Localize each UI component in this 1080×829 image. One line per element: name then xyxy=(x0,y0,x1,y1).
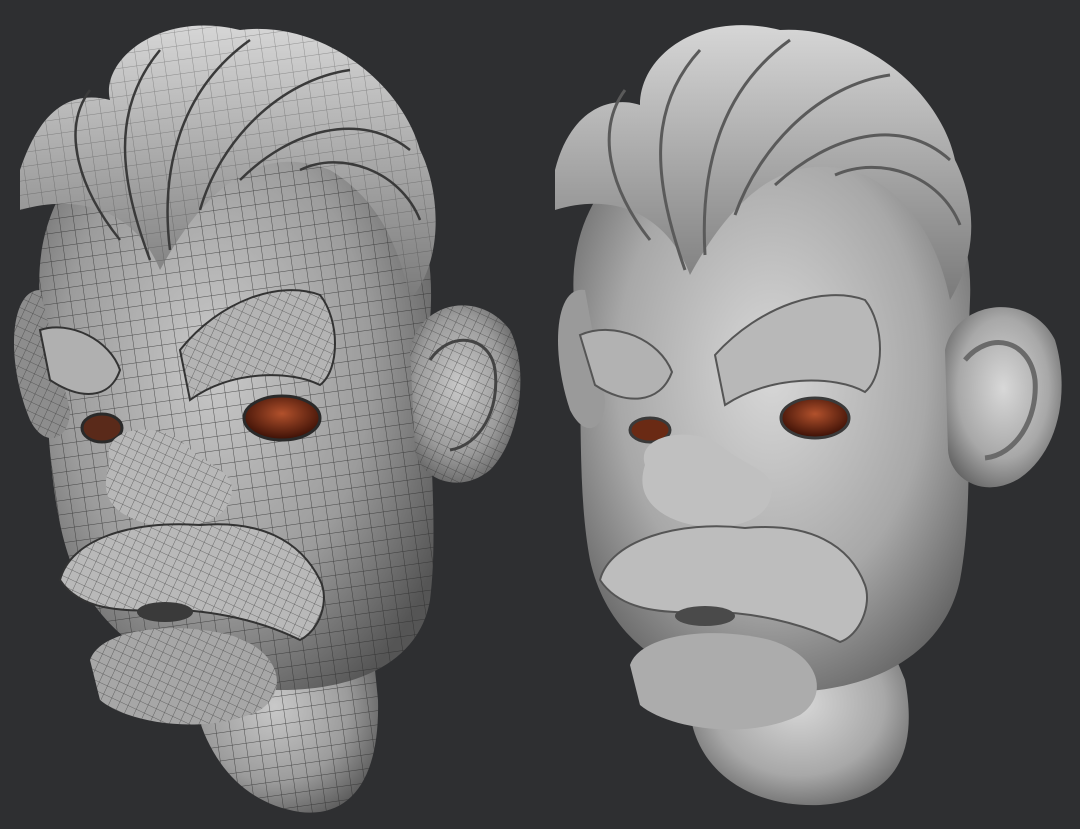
wireframe-head xyxy=(13,25,521,813)
shaded-head xyxy=(555,25,1062,806)
right-mouth xyxy=(675,606,735,626)
left-eye-right xyxy=(242,394,322,442)
left-mouth xyxy=(137,602,193,622)
right-eye-right xyxy=(779,396,851,440)
right-ear-right xyxy=(945,307,1062,488)
sculpt-comparison-canvas xyxy=(0,0,1080,829)
sculpt-renders xyxy=(13,25,1062,813)
left-eye-left xyxy=(80,412,124,444)
